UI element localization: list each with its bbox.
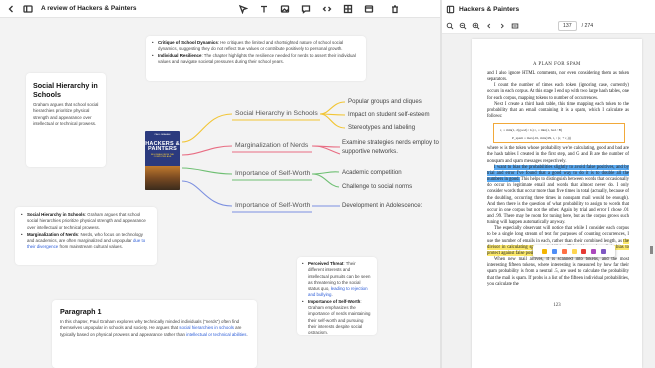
layout-icon[interactable] bbox=[362, 2, 376, 16]
color-swatch[interactable] bbox=[581, 248, 587, 254]
note-item: Importance of Self-Worth: Graham emphasi… bbox=[302, 299, 372, 337]
pointer-icon[interactable] bbox=[236, 2, 250, 16]
toolbar bbox=[236, 2, 402, 16]
mind-map-canvas[interactable]: Critique of School Dynamics: He critique… bbox=[0, 18, 440, 368]
pdf-page: A PLAN FOR SPAM and I also ignore HTML c… bbox=[472, 39, 642, 368]
comment-icon[interactable] bbox=[299, 2, 313, 16]
paragraph: and I also ignore HTML comments, nor eve… bbox=[487, 71, 629, 83]
formula-box[interactable]: r₁ = min(1, 2(good) / G) r₂ = min(1, bad… bbox=[493, 123, 625, 144]
inline-link[interactable]: social hierarchies in schools bbox=[179, 325, 234, 330]
search-icon[interactable] bbox=[446, 22, 454, 30]
reader-header: Hackers & Painters bbox=[442, 0, 655, 18]
fit-width-icon[interactable] bbox=[511, 22, 519, 30]
color-swatch[interactable] bbox=[551, 248, 557, 254]
mindmap-subnode[interactable]: Academic competition bbox=[342, 169, 402, 177]
note-item: Marginalization of Nerds: Nerds, who foc… bbox=[21, 232, 151, 251]
text-tool-icon[interactable] bbox=[257, 2, 271, 16]
card-body: Graham argues that school social hierarc… bbox=[33, 102, 99, 126]
page-running-header: A PLAN FOR SPAM bbox=[533, 61, 581, 66]
mindmap-subnode[interactable]: Challenge to social norms bbox=[342, 183, 412, 191]
pdf-reader-panel: Hackers & Painters 137 / 274 A PLAN FOR … bbox=[442, 0, 655, 368]
card-title: Paragraph 1 bbox=[60, 307, 102, 316]
paragraph: When new mail arrives, it is scanned int… bbox=[487, 257, 629, 287]
note-item: Individual Resilience: The chapter highl… bbox=[152, 53, 360, 66]
pdf-viewport[interactable]: A PLAN FOR SPAM and I also ignore HTML c… bbox=[442, 34, 655, 368]
mindmap-node-marginalization[interactable]: Marginalization of Nerds bbox=[235, 142, 308, 150]
formula-line: P_spam = max(.01, min(.99, r₂ / (r₁ + r₂… bbox=[512, 136, 572, 141]
reader-title: Hackers & Painters bbox=[459, 5, 520, 13]
formula-line: r₁ = min(1, 2(good) / G) r₂ = min(1, bad… bbox=[500, 128, 563, 133]
inline-link[interactable]: intellectual or technical abilities bbox=[186, 332, 246, 337]
paragraph: where w is the token whose probability w… bbox=[487, 146, 629, 164]
zoom-in-icon[interactable] bbox=[472, 22, 480, 30]
color-swatch[interactable] bbox=[541, 248, 547, 254]
page-number-input[interactable]: 137 bbox=[558, 20, 577, 31]
mindmap-subnode[interactable]: Examine strategies nerds employ to r bbox=[342, 139, 440, 147]
note-item: Critique of School Dynamics: He critique… bbox=[152, 40, 360, 53]
page-total: / 274 bbox=[581, 22, 594, 29]
note-card-perceived-threat[interactable]: Perceived Threat: Their different intere… bbox=[297, 257, 377, 335]
book-cover-image[interactable]: PAUL GRAHAM HACKERS & PAINTERS BIG IDEAS… bbox=[145, 131, 180, 190]
book-icon bbox=[446, 5, 455, 14]
mindmap-subnode[interactable]: Development in Adolescence: bbox=[342, 202, 422, 210]
grid-icon[interactable] bbox=[341, 2, 355, 16]
mindmap-node-social-hierarchy[interactable]: Social Hierarchy in Schools bbox=[235, 110, 318, 118]
note-card-paragraph[interactable]: Paragraph 1 In this chapter, Paul Graham… bbox=[52, 300, 257, 368]
mindmap-subnode[interactable]: Impact on student self-esteem bbox=[348, 111, 430, 119]
zoom-out-icon[interactable] bbox=[459, 22, 467, 30]
book-subtitle: BIG IDEAS FROM THE COMPUTER AGE bbox=[151, 154, 174, 158]
color-swatch[interactable] bbox=[561, 248, 567, 254]
card-title: Social Hierarchy in Schools bbox=[33, 81, 98, 99]
chevron-right-icon[interactable] bbox=[498, 22, 506, 30]
paragraph: I count the number of times each token (… bbox=[487, 83, 629, 101]
note-card-social-hierarchy[interactable]: Social Hierarchy in Schools Graham argue… bbox=[26, 73, 106, 167]
note-card-summary[interactable]: Social Hierarchy in Schools: Graham argu… bbox=[15, 207, 157, 265]
book-author: PAUL GRAHAM bbox=[154, 134, 171, 136]
image-icon[interactable] bbox=[278, 2, 292, 16]
book-cover-art bbox=[145, 166, 180, 190]
code-icon[interactable] bbox=[320, 2, 334, 16]
mindmap-node-self-worth-2[interactable]: Importance of Self-Worth bbox=[235, 202, 310, 210]
card-body: In this chapter, Paul Graham explores wh… bbox=[60, 319, 248, 337]
reader-toolbar: 137 / 274 bbox=[442, 18, 655, 34]
page-footer-number: 123 bbox=[553, 303, 561, 308]
mindmap-subnode[interactable]: supportive networks. bbox=[342, 148, 398, 156]
trash-icon[interactable] bbox=[388, 2, 402, 16]
paragraph: I want to bias the probabilities slightl… bbox=[487, 164, 629, 226]
book-title: HACKERS & PAINTERS bbox=[145, 141, 180, 152]
mindmap-subnode[interactable]: Popular groups and cliques bbox=[348, 98, 422, 106]
paragraph: Next I create a third hash table, this t… bbox=[487, 101, 629, 120]
mindmap-node-self-worth[interactable]: Importance of Self-Worth bbox=[235, 170, 310, 178]
note-item: Perceived Threat: Their different intere… bbox=[302, 261, 372, 299]
highlight-color-picker bbox=[533, 245, 615, 257]
back-icon[interactable] bbox=[4, 2, 18, 16]
color-swatch[interactable] bbox=[601, 248, 607, 254]
note-card-critique[interactable]: Critique of School Dynamics: He critique… bbox=[146, 36, 366, 81]
color-swatch[interactable] bbox=[571, 248, 577, 254]
top-bar: A review of Hackers & Painters bbox=[0, 0, 440, 18]
document-title: A review of Hackers & Painters bbox=[41, 5, 137, 12]
mindmap-subnode[interactable]: Stereotypes and labeling bbox=[348, 124, 415, 132]
chevron-left-icon[interactable] bbox=[485, 22, 493, 30]
sidebar-toggle-icon[interactable] bbox=[21, 2, 35, 16]
color-swatch[interactable] bbox=[591, 248, 597, 254]
scrollbar-thumb[interactable] bbox=[650, 246, 653, 254]
note-item: Social Hierarchy in Schools: Graham argu… bbox=[21, 212, 151, 231]
